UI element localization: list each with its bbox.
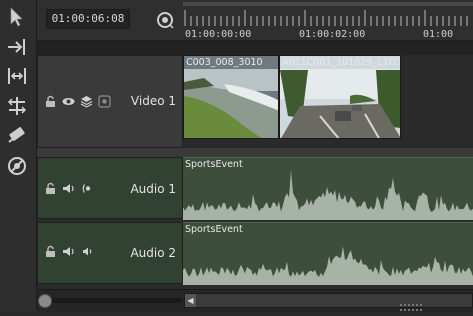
- clip-name: C003_008_3010: [186, 57, 263, 68]
- track-name: Audio 2: [130, 246, 176, 260]
- audio-track-lane[interactable]: SportsEvent: [183, 157, 473, 220]
- scroll-left-arrow-icon[interactable]: ◀: [185, 294, 196, 307]
- zoom-slider[interactable]: [42, 298, 182, 303]
- ripple-icon[interactable]: [6, 36, 28, 58]
- slide-icon[interactable]: [6, 95, 28, 117]
- ruler-range-bar: [183, 2, 473, 6]
- track-divider[interactable]: [37, 148, 473, 157]
- snap-icon[interactable]: [155, 10, 175, 30]
- time-ruler[interactable]: 01:00:00:00 01:00:02:00 01:00: [183, 0, 473, 40]
- select-icon[interactable]: [6, 6, 28, 28]
- eye-icon[interactable]: [62, 95, 75, 108]
- ruler-label: 01:00:02:00: [299, 29, 366, 40]
- ban-icon[interactable]: [6, 155, 28, 177]
- audio-waveform: [183, 246, 473, 285]
- current-timecode[interactable]: 01:00:06:08: [46, 9, 130, 29]
- layers-icon[interactable]: [80, 95, 93, 108]
- slip-icon[interactable]: [6, 65, 28, 87]
- razor-icon[interactable]: [6, 124, 28, 146]
- audio-track-header: Audio 1: [37, 157, 183, 219]
- zoom-slider-handle[interactable]: [38, 294, 52, 308]
- speaker-icon[interactable]: [62, 245, 75, 258]
- audio-waveform: [183, 170, 473, 220]
- lock-icon[interactable]: [44, 182, 57, 195]
- header-divider: [37, 41, 473, 55]
- video-clip[interactable]: A011C001_101029_L1O3 (A011C0: [279, 55, 401, 139]
- scrollbar-grip[interactable]: [400, 297, 424, 311]
- track-name: Audio 1: [130, 182, 176, 196]
- video-track-lane[interactable]: C003_008_3010 A011C001_101029_L1O3 (A011…: [183, 55, 473, 148]
- ruler-label: 01:00: [423, 29, 454, 40]
- video-clip[interactable]: C003_008_3010: [183, 55, 279, 139]
- lock-icon[interactable]: [44, 245, 57, 258]
- monitor-icon[interactable]: [98, 95, 111, 108]
- audio-track-header: Audio 2: [37, 222, 183, 284]
- video-track-header: Video 1: [37, 55, 183, 148]
- clip-thumbnail: [280, 56, 400, 138]
- audio-output-icon[interactable]: [80, 245, 93, 258]
- speaker-icon[interactable]: [62, 182, 75, 195]
- lock-icon[interactable]: [44, 95, 57, 108]
- track-name: Video 1: [130, 94, 176, 108]
- audio-clip[interactable]: SportsEvent: [183, 222, 473, 285]
- tool-palette: [0, 0, 37, 311]
- audio-clip[interactable]: SportsEvent: [183, 157, 473, 220]
- clip-name: A011C001_101029_L1O3 (A011C0: [282, 57, 401, 68]
- horizontal-scrollbar[interactable]: [184, 293, 473, 308]
- ruler-label: 01:00:00:00: [185, 29, 252, 40]
- clip-thumbnail: [184, 56, 278, 138]
- audio-track-lane[interactable]: SportsEvent: [183, 222, 473, 285]
- record-arm-icon[interactable]: [80, 182, 93, 195]
